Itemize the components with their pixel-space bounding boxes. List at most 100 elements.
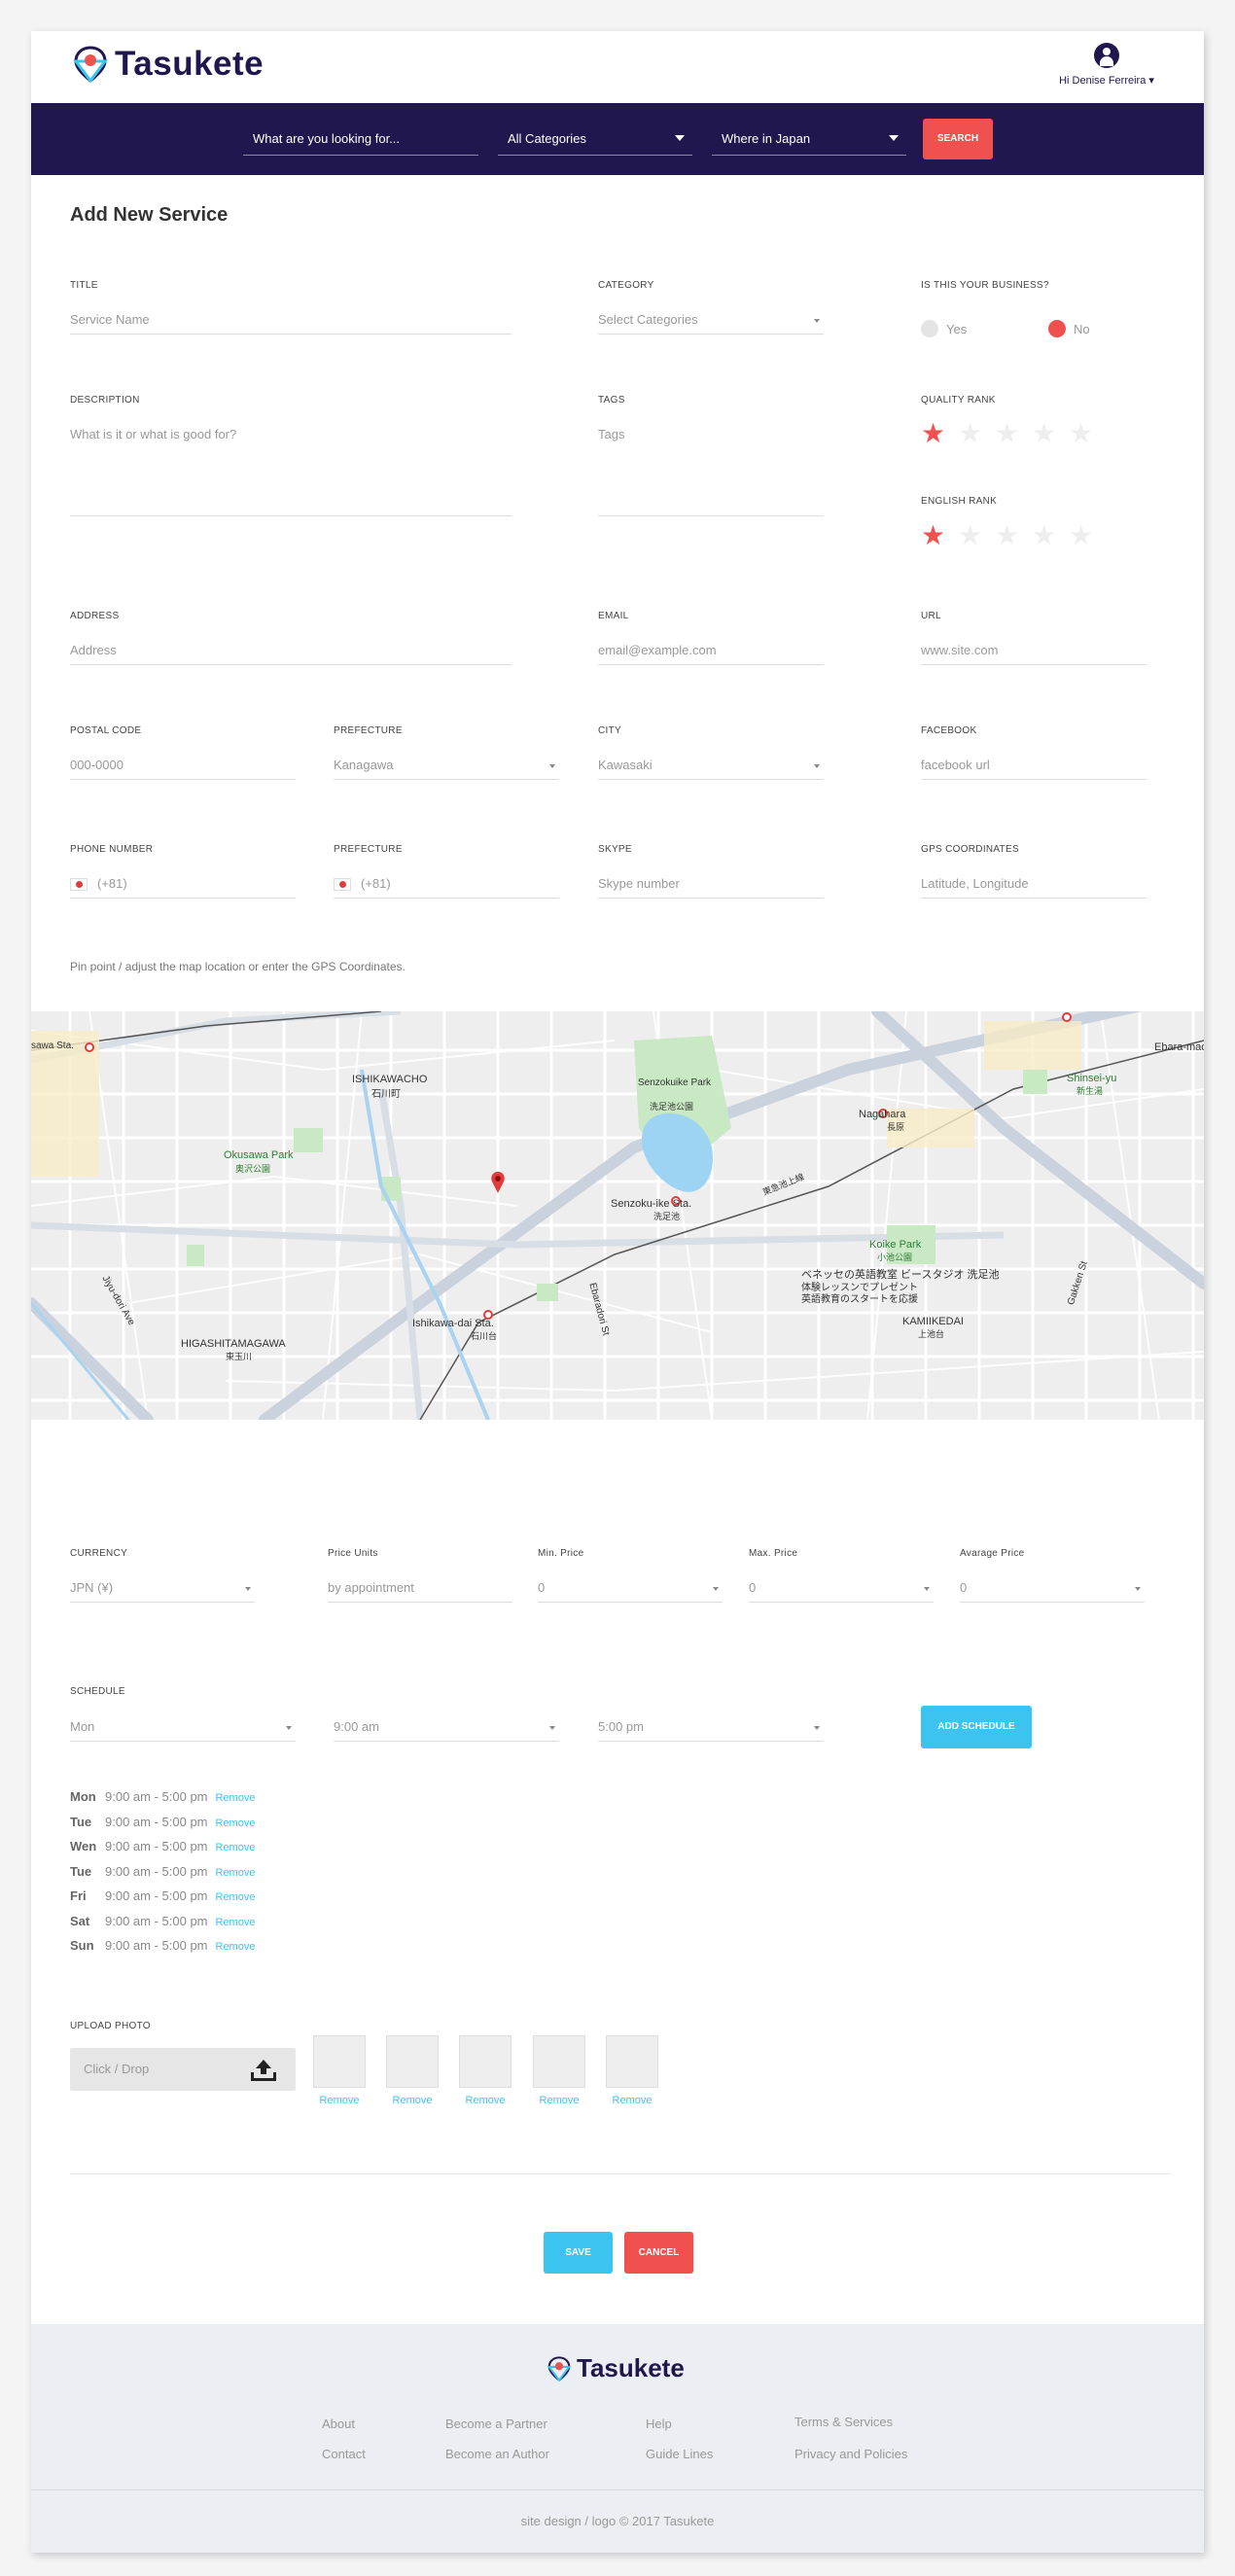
map-label: ISHIKAWACHO xyxy=(352,1074,428,1085)
location-map[interactable]: ISHIKAWACHO 石川町 Senzokuike Park 洗足池公園 Ok… xyxy=(31,1011,1204,1420)
photo-dropzone[interactable]: Click / Drop xyxy=(70,2048,296,2091)
remove-schedule-link[interactable]: Remove xyxy=(216,1941,256,1953)
remove-photo-link[interactable]: Remove xyxy=(459,2095,512,2106)
footer-link-about[interactable]: About xyxy=(322,2417,355,2431)
average-price-select[interactable]: 0 xyxy=(960,1573,1145,1603)
max-price-value: 0 xyxy=(749,1580,757,1595)
min-price-select[interactable]: 0 xyxy=(538,1573,723,1603)
schedule-end-select[interactable]: 5:00 pm xyxy=(598,1712,824,1742)
star-icon[interactable]: ★ xyxy=(1069,420,1106,447)
remove-schedule-link[interactable]: Remove xyxy=(216,1817,256,1829)
map-label: 洗足池公園 xyxy=(650,1102,694,1112)
url-input[interactable]: www.site.com xyxy=(921,636,1147,665)
chevron-down-icon xyxy=(924,1587,930,1591)
chevron-down-icon xyxy=(245,1587,251,1591)
remove-schedule-link[interactable]: Remove xyxy=(216,1792,256,1804)
map-label: 長原 xyxy=(887,1122,905,1132)
star-icon[interactable]: ★ xyxy=(995,420,1032,447)
user-icon xyxy=(1094,43,1119,68)
business-no-radio[interactable]: No xyxy=(1048,320,1090,337)
footer-link-guidelines[interactable]: Guide Lines xyxy=(646,2447,713,2461)
save-button[interactable]: SAVE xyxy=(544,2232,613,2274)
footer-link-contact[interactable]: Contact xyxy=(322,2447,366,2461)
description-textarea[interactable]: What is it or what is good for? xyxy=(70,420,512,516)
search-input[interactable]: What are you looking for... xyxy=(243,123,478,156)
tags-input[interactable]: Tags xyxy=(598,420,824,516)
star-icon[interactable]: ★ xyxy=(958,522,995,549)
chevron-down-icon xyxy=(814,319,820,323)
remove-schedule-link[interactable]: Remove xyxy=(216,1891,256,1903)
phone-placeholder: (+81) xyxy=(97,876,127,891)
star-icon[interactable]: ★ xyxy=(921,420,958,447)
remove-photo-link[interactable]: Remove xyxy=(606,2095,658,2106)
schedule-entry-time: 9:00 am - 5:00 pm xyxy=(105,1938,208,1953)
business-yes-radio[interactable]: Yes xyxy=(921,320,967,337)
schedule-entry-day: Tue xyxy=(70,1814,92,1829)
schedule-start-select[interactable]: 9:00 am xyxy=(334,1712,559,1742)
cancel-button[interactable]: CANCEL xyxy=(624,2232,693,2274)
remove-schedule-link[interactable]: Remove xyxy=(216,1867,256,1879)
quality-rank-stars[interactable]: ★ ★ ★ ★ ★ xyxy=(921,420,1106,447)
map-note: Pin point / adjust the map location or e… xyxy=(70,960,406,973)
phone-prefecture-label: PREFECTURE xyxy=(334,844,403,855)
currency-label: CURRENCY xyxy=(70,1548,128,1559)
schedule-entry-day: Sat xyxy=(70,1913,90,1928)
user-menu[interactable]: Hi Denise Ferreira ▾ xyxy=(1048,43,1165,87)
footer-link-privacy[interactable]: Privacy and Policies xyxy=(794,2447,907,2461)
currency-select[interactable]: JPN (¥) xyxy=(70,1573,255,1603)
remove-schedule-link[interactable]: Remove xyxy=(216,1842,256,1853)
phone-prefecture-input[interactable]: (+81) xyxy=(334,869,559,899)
location-select[interactable]: Where in Japan xyxy=(712,123,906,156)
remove-photo-link[interactable]: Remove xyxy=(313,2095,366,2106)
category-select[interactable]: All Categories xyxy=(498,123,692,156)
schedule-entry: Sun 9:00 am - 5:00 pm Remove xyxy=(70,1938,255,1963)
tags-label: TAGS xyxy=(598,395,625,406)
english-rank-stars[interactable]: ★ ★ ★ ★ ★ xyxy=(921,522,1106,549)
map-label: Okusawa Park xyxy=(224,1149,294,1161)
phone-input[interactable]: (+81) xyxy=(70,869,296,899)
brand-logo[interactable]: Tasukete xyxy=(72,45,264,84)
star-icon[interactable]: ★ xyxy=(1069,522,1106,549)
prefecture-select[interactable]: Kanagawa xyxy=(334,751,559,780)
search-button[interactable]: SEARCH xyxy=(923,119,993,159)
star-icon[interactable]: ★ xyxy=(1032,420,1069,447)
schedule-entry-time: 9:00 am - 5:00 pm xyxy=(105,1789,208,1804)
facebook-input[interactable]: facebook url xyxy=(921,751,1147,780)
footer: Tasukete About Contact Become a Partner … xyxy=(31,2324,1204,2553)
business-no-label: No xyxy=(1074,321,1090,336)
footer-logo[interactable]: Tasukete xyxy=(547,2353,685,2383)
facebook-label: FACEBOOK xyxy=(921,725,977,736)
title-input[interactable]: Service Name xyxy=(70,305,512,335)
star-icon[interactable]: ★ xyxy=(921,522,958,549)
postal-code-input[interactable]: 000-0000 xyxy=(70,751,296,780)
prefecture-label: PREFECTURE xyxy=(334,725,403,736)
remove-photo-link[interactable]: Remove xyxy=(386,2095,439,2106)
star-icon[interactable]: ★ xyxy=(1032,522,1069,549)
description-placeholder: What is it or what is good for? xyxy=(70,427,237,441)
japan-flag-icon xyxy=(70,878,88,892)
email-field[interactable]: email@example.com xyxy=(598,636,824,665)
add-schedule-button[interactable]: ADD SCHEDULE xyxy=(921,1706,1032,1748)
map-label: Shinsei-yu xyxy=(1067,1073,1117,1084)
footer-link-help[interactable]: Help xyxy=(646,2417,672,2431)
gps-input[interactable]: Latitude, Longitude xyxy=(921,869,1147,899)
price-units-input[interactable]: by appointment xyxy=(328,1573,512,1603)
star-icon[interactable]: ★ xyxy=(995,522,1032,549)
max-price-select[interactable]: 0 xyxy=(749,1573,934,1603)
remove-schedule-link[interactable]: Remove xyxy=(216,1917,256,1928)
page-card: Tasukete Hi Denise Ferreira ▾ What are y… xyxy=(31,31,1204,2553)
footer-link-author[interactable]: Become an Author xyxy=(445,2447,549,2461)
map-label: Senzoku-ike Sta. xyxy=(611,1198,692,1210)
remove-photo-link[interactable]: Remove xyxy=(533,2095,585,2106)
footer-link-partner[interactable]: Become a Partner xyxy=(445,2417,547,2431)
page-title: Add New Service xyxy=(70,204,229,226)
footer-link-terms[interactable]: Terms & Services xyxy=(794,2415,893,2429)
max-price-label: Max. Price xyxy=(749,1548,798,1559)
city-select[interactable]: Kawasaki xyxy=(598,751,824,780)
schedule-day-select[interactable]: Mon xyxy=(70,1712,296,1742)
star-icon[interactable]: ★ xyxy=(958,420,995,447)
service-category-select[interactable]: Select Categories xyxy=(598,305,824,335)
chevron-down-icon xyxy=(1135,1587,1141,1591)
skype-input[interactable]: Skype number xyxy=(598,869,824,899)
address-input[interactable]: Address xyxy=(70,636,512,665)
